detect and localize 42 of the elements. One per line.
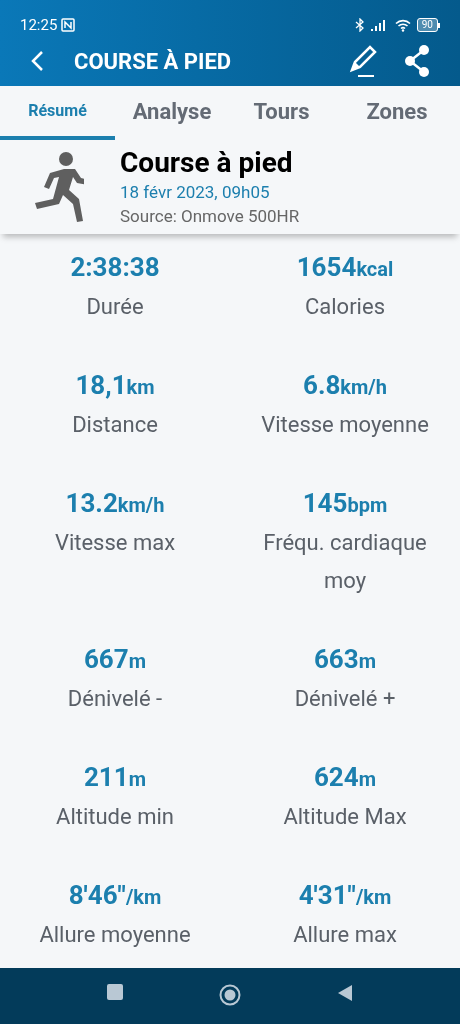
tab[interactable]: Zones [334,86,460,140]
status-time: 12:25 [20,14,58,36]
stat-label: Vitesse max [54,529,176,557]
share-icon[interactable] [404,45,430,77]
stat-label: Dénivelé + [294,685,396,713]
stat-value: 8'46"/km [68,879,162,912]
battery-level: 90 [416,18,438,32]
stat-value: 211 m [83,761,147,794]
tab[interactable]: Tours [229,86,334,140]
stat-value: 4'31"/km [298,879,392,912]
stat-value: 18,1 km [75,369,155,402]
stat-label: Calories [305,293,385,321]
stat-label: Fréqu. cardiaque moy [262,529,428,595]
activity-date: 18 févr 2023, 09h05 [120,181,271,204]
stat-label: Allure max [293,921,397,949]
stat-value: 2:38:38 [70,251,160,284]
runner-icon [34,151,84,223]
nfc-icon [61,18,76,32]
stat-value: 624m [313,761,377,794]
stat-value: 145bpm [302,487,388,520]
stat-value: 13.2km/h [65,487,165,520]
stat-label: Allure moyenne [39,921,191,949]
back-icon[interactable] [30,50,44,72]
tab[interactable]: Analyse [115,86,229,140]
stat-label: Altitude min [56,803,174,831]
stat-value: 6.8km/h [303,369,387,402]
screen-title: COURSE À PIED [74,47,233,76]
back-nav-icon[interactable] [337,984,353,1002]
stat-label: Vitesse moyenne [261,411,429,439]
pencil-icon[interactable] [348,44,378,78]
stat-label: Durée [86,293,144,321]
stat-label: Distance [72,411,158,439]
home-icon[interactable] [219,984,241,1006]
wifi-icon [394,18,411,32]
stat-value: 1654kcal [296,251,394,284]
activity-source: Source: Onmove 500HR [120,205,300,228]
stat-value: 667m [83,643,147,676]
stat-value: 663m [313,643,377,676]
bluetooth-icon [354,18,365,32]
stat-label: Dénivelé - [67,685,163,713]
stat-label: Altitude Max [283,803,407,831]
activity-title: Course à pied [120,146,294,180]
